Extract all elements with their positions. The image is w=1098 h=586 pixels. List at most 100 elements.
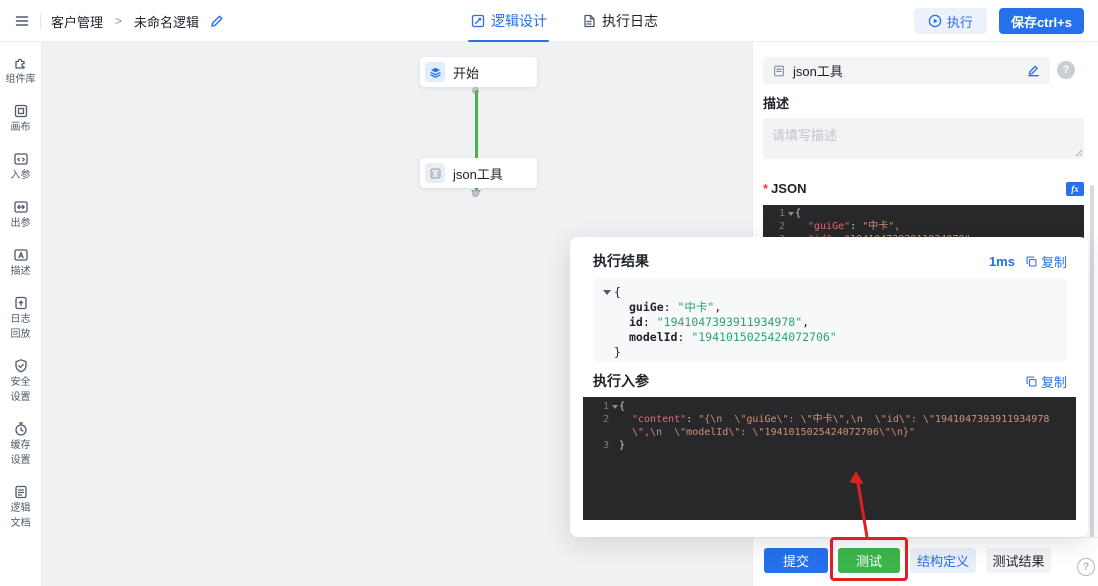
tree-sep: : [664,300,678,314]
code-sep: : [850,221,862,232]
save-button[interactable]: 保存ctrl+s [999,8,1084,34]
timer-icon [13,421,29,437]
copy-label: 复制 [1041,372,1067,391]
left-sidebar: 组件库 画布 入参 出参 描述 日志回放 安全设置 缓存设置 [0,42,42,586]
tab-label: 逻辑设计 [491,11,547,31]
node-label: json工具 [453,164,503,183]
help-icon-bottom[interactable]: ? [1077,558,1095,576]
sidebar-label: 安全 [11,377,31,389]
sidebar-item-log-replay[interactable]: 日志回放 [11,295,31,341]
tree-key: guiGe [629,300,664,314]
collapse-caret-icon[interactable] [603,290,611,295]
top-bar: 客户管理 > 未命名逻辑 逻辑设计 执行日志 执行 保存ctrl+s [0,0,1098,42]
json-node-icon [425,163,445,183]
sidebar-label: 日志 [11,314,31,326]
node-doc-icon [772,64,786,78]
copy-input-button[interactable]: 复制 [1025,372,1067,391]
copy-icon [1025,255,1038,268]
node-title-bar: json工具 [763,57,1050,84]
tab-logic-design[interactable]: 逻辑设计 [470,0,547,42]
main-tabs: 逻辑设计 执行日志 [470,0,658,42]
sidebar-label: 出参 [11,218,31,230]
copy-label: 复制 [1041,252,1067,271]
code-key: "guiGe" [808,221,850,232]
panel-scrollbar[interactable] [1090,185,1094,557]
menu-icon[interactable] [14,13,30,29]
sidebar-item-security-settings[interactable]: 安全设置 [11,358,31,404]
tree-value: "1941047393911934978" [657,315,802,329]
code-text: } [619,439,625,452]
structure-define-button[interactable]: 结构定义 [910,548,976,573]
tree-value: "中卡" [677,300,714,314]
save-label: 保存ctrl+s [1011,12,1072,31]
run-button[interactable]: 执行 [914,8,987,34]
sidebar-label: 描述 [11,266,31,278]
result-json-tree: { guiGe: "中卡", id: "1941047393911934978"… [593,278,1067,362]
sidebar-label: 设置 [11,392,31,404]
node-json-tool[interactable]: json工具 [420,158,537,188]
sidebar-item-component-library[interactable]: 组件库 [6,55,36,86]
brace: } [614,345,621,359]
shield-check-icon [13,358,29,374]
sidebar-item-cache-settings[interactable]: 缓存设置 [11,421,31,467]
sidebar-label: 文档 [11,518,31,530]
code-text: { [619,400,625,413]
copy-icon [1025,375,1038,388]
panel-footer: 提交 测试 结构定义 测试结果 [753,537,1098,586]
rename-icon[interactable] [1026,63,1041,78]
description-icon [13,247,29,263]
tree-value: "1941015025424072706" [691,330,836,344]
description-label: 描述 [763,93,789,112]
sidebar-item-input-params[interactable]: 入参 [11,151,31,182]
run-label: 执行 [947,12,973,31]
sidebar-label: 回放 [11,329,31,341]
divider [40,13,41,29]
test-result-button[interactable]: 测试结果 [986,548,1051,573]
help-icon[interactable]: ? [1057,61,1075,79]
submit-button[interactable]: 提交 [764,548,828,573]
line-number: 2 [763,220,785,233]
app-root: 客户管理 > 未命名逻辑 逻辑设计 执行日志 执行 保存ctrl+s [0,0,1098,586]
line-number: 3 [583,439,609,452]
tree-sep: : [643,315,657,329]
tab-label: 执行日志 [602,11,658,31]
copy-result-button[interactable]: 复制 [1025,252,1067,271]
document-icon [13,484,29,500]
node-start[interactable]: 开始 [420,57,537,87]
tree-comma: , [714,300,721,314]
tab-exec-log[interactable]: 执行日志 [581,0,658,42]
code-sep: : [686,414,698,425]
execution-result-popup: 执行结果 1ms 复制 { guiGe: "中卡", id: "19410473… [570,237,1088,537]
breadcrumb-parent[interactable]: 客户管理 [51,12,103,31]
sidebar-item-description[interactable]: 描述 [11,247,31,278]
log-replay-icon [13,295,29,311]
duration-badge: 1ms [989,254,1015,269]
tree-key: id [629,315,643,329]
input-params-editor[interactable]: 1{ 2"content": "{\n \"guiGe\": \"中卡\",\n… [583,397,1076,520]
edit-title-icon[interactable] [209,13,225,29]
puzzle-icon [13,55,29,71]
fx-expression-button[interactable]: fx [1066,182,1084,196]
sidebar-label: 设置 [11,455,31,467]
description-input[interactable] [763,118,1084,159]
result-title: 执行结果 [593,251,649,271]
play-icon [928,14,942,28]
test-button[interactable]: 测试 [838,548,900,573]
sidebar-item-canvas[interactable]: 画布 [11,103,31,134]
code-key: "content" [632,414,686,425]
breadcrumb-current: 未命名逻辑 [134,12,199,31]
sidebar-label: 入参 [11,170,31,182]
sidebar-item-output-params[interactable]: 出参 [11,199,31,230]
resize-grip-icon[interactable] [1075,149,1083,157]
exec-log-icon [581,13,597,29]
sidebar-item-logic-doc[interactable]: 逻辑文档 [11,484,31,530]
sidebar-label: 组件库 [6,74,36,86]
tree-comma: , [802,315,809,329]
input-params-title: 执行入参 [593,371,649,391]
sidebar-label: 画布 [11,122,31,134]
sidebar-label: 缓存 [11,440,31,452]
sidebar-label: 逻辑 [11,503,31,515]
code-value: "中卡", [862,221,900,232]
port-dot[interactable] [472,190,479,197]
input-params-icon [13,151,29,167]
